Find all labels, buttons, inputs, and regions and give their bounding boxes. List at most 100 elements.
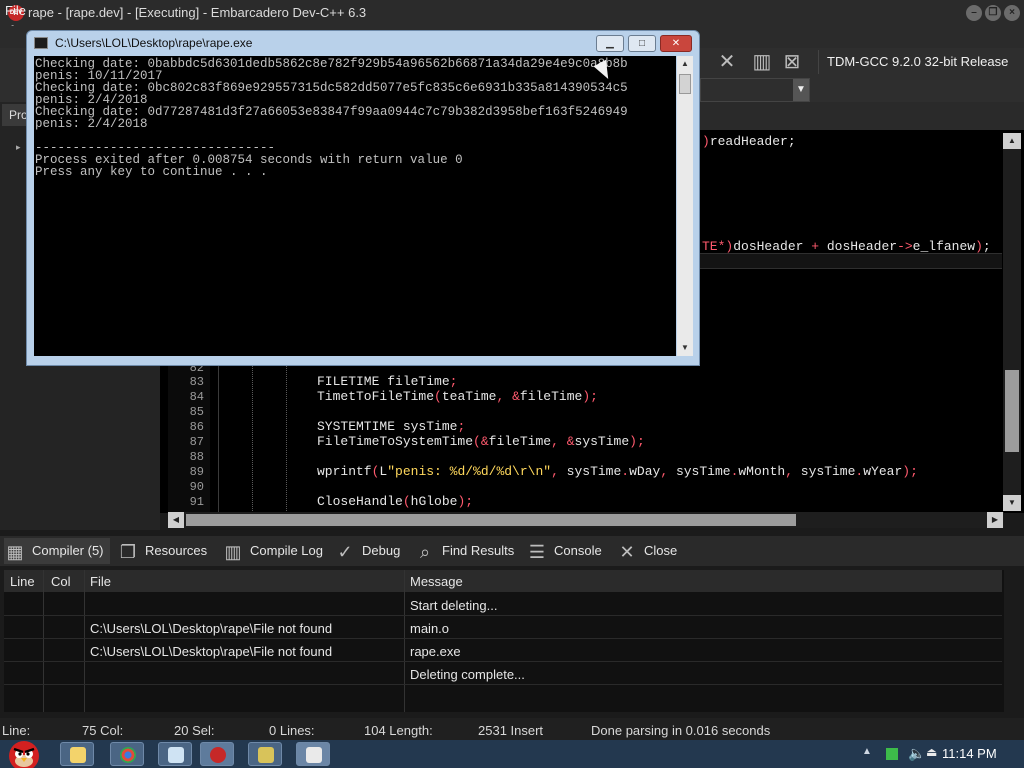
column-header-message[interactable]: Message [410, 574, 463, 589]
taskbar-explorer-button[interactable] [60, 742, 94, 766]
minimize-button[interactable]: – [966, 5, 982, 21]
code-line: CloseHandle(hGlobe); [317, 494, 474, 509]
table-row-message[interactable]: rape.exe [410, 644, 461, 659]
console-line: Press any key to continue . . . [35, 165, 268, 179]
console-scroll-thumb[interactable] [679, 74, 691, 94]
code-line: wprintf(L"penis: %d/%d/%d\r\n", sysTime.… [317, 464, 918, 479]
console-minimize-button[interactable]: ▁ [596, 35, 624, 52]
taskbar-devcpp-button[interactable] [200, 742, 234, 766]
column-header-file[interactable]: File [90, 574, 111, 589]
table-header [4, 570, 1002, 592]
table-row-message[interactable]: Start deleting... [410, 598, 497, 613]
status-col-value: 20 Sel: [174, 723, 215, 738]
console-window-icon [306, 747, 322, 763]
tree-expand-icon[interactable]: ▸ [16, 142, 21, 153]
tab-label: Resources [145, 543, 208, 558]
taskbar-app-button[interactable] [248, 742, 282, 766]
console-close-button[interactable]: ✕ [660, 35, 692, 52]
console-line: penis: 2/4/2018 [35, 117, 148, 131]
x-boxed-tool-icon[interactable]: ⊠ [780, 50, 804, 74]
table-row-message[interactable]: Deleting complete... [410, 667, 525, 682]
tray-expand-icon[interactable]: ▲ [862, 746, 872, 757]
console-maximize-button[interactable]: □ [628, 35, 656, 52]
line-number: 87 [189, 435, 204, 449]
tab-compile-log[interactable]: ▥ Compile Log [222, 538, 323, 564]
taskbar-console-button[interactable] [296, 742, 330, 766]
tab-find-results[interactable]: ⌕ Find Results [414, 538, 514, 564]
line-number: 88 [189, 450, 204, 464]
code-line: SYSTEMTIME sysTime; [317, 419, 466, 434]
grid-icon: ▦ [6, 541, 24, 562]
table-row-file[interactable]: C:\Users\LOL\Desktop\rape\File not found [90, 644, 332, 659]
table-row-message[interactable]: main.o [410, 621, 449, 636]
tab-label: Console [554, 543, 602, 558]
tab-label: Debug [362, 543, 401, 558]
line-number: 90 [189, 480, 204, 494]
scroll-up-icon[interactable]: ▲ [1003, 133, 1021, 149]
tab-console[interactable]: ☰ Console [526, 538, 602, 564]
menu-file[interactable]: File [5, 3, 26, 18]
taskbar-chrome-button[interactable] [110, 742, 144, 766]
taskbar-clock[interactable]: 11:14 PM [942, 746, 997, 761]
scroll-left-icon[interactable]: ◀ [168, 512, 184, 528]
scroll-down-icon[interactable]: ▼ [677, 340, 693, 356]
devcpp-icon [210, 747, 226, 763]
tab-label: Compiler (5) [32, 543, 104, 558]
status-line-value: 75 Col: [82, 723, 124, 738]
notepad-icon [168, 747, 184, 763]
column-divider [404, 570, 405, 712]
horizontal-scroll-thumb[interactable] [186, 514, 796, 526]
code-fragment: TE*)dosHeader + dosHeader->e_lfanew); [702, 239, 991, 254]
line-number: 91 [189, 495, 204, 509]
column-divider [84, 570, 85, 712]
line-number: 89 [189, 465, 204, 479]
tab-resources[interactable]: ❐ Resources [117, 538, 207, 564]
taskbar-notepad-button[interactable] [158, 742, 192, 766]
status-length-value: 2531 Insert [478, 723, 544, 738]
resources-icon: ❐ [119, 541, 137, 562]
chrome-icon [120, 747, 136, 763]
tab-label: Compile Log [250, 543, 323, 558]
console-title: C:\Users\LOL\Desktop\rape\rape.exe [55, 36, 253, 50]
editor-vertical-scrollbar[interactable] [1003, 133, 1021, 511]
tab-debug[interactable]: ✓ Debug [334, 538, 400, 564]
line-number: 86 [189, 420, 204, 434]
row-divider [4, 684, 1002, 685]
line-number: 84 [189, 390, 204, 404]
chart-tool-icon[interactable]: ▥ [750, 50, 774, 74]
tab-label: Find Results [442, 543, 515, 558]
console-scrollbar[interactable] [677, 56, 693, 356]
scroll-down-icon[interactable]: ▼ [1003, 495, 1021, 511]
compiler-select[interactable]: TDM-GCC 9.2.0 32-bit Release [818, 50, 1024, 74]
x-tool-icon[interactable]: ✕ [715, 50, 739, 74]
line-number: 83 [189, 375, 204, 389]
tab-compiler[interactable]: ▦ Compiler (5) [4, 538, 110, 564]
network-icon[interactable] [886, 748, 898, 760]
volume-icon[interactable]: 🔈 [908, 745, 925, 762]
close-panel-button[interactable]: ✕ Close [616, 538, 677, 564]
app-icon [258, 747, 274, 763]
check-icon: ✓ [337, 541, 353, 562]
code-line: FileTimeToSystemTime(&fileTime, &sysTime… [317, 434, 645, 449]
scroll-right-icon[interactable]: ▶ [987, 512, 1003, 528]
scroll-up-icon[interactable]: ▲ [677, 56, 693, 72]
row-divider [4, 638, 1002, 639]
code-line: FILETIME fileTime; [317, 374, 458, 389]
bar-chart-icon: ▥ [224, 541, 242, 562]
usb-icon[interactable]: ⏏ [926, 745, 937, 759]
column-header-line[interactable]: Line [10, 574, 35, 589]
restore-button[interactable]: ❐ [985, 5, 1001, 21]
console-icon: ☰ [528, 541, 546, 562]
code-line: TimetToFileTime(teaTime, &fileTime); [317, 389, 598, 404]
column-header-col[interactable]: Col [51, 574, 71, 589]
close-icon: ✕ [619, 541, 635, 562]
tab-label: Close [644, 543, 678, 558]
current-line-highlight [700, 253, 1002, 269]
start-button-angry-bird-icon[interactable] [0, 734, 48, 768]
table-row-file[interactable]: C:\Users\LOL\Desktop\rape\File not found [90, 621, 332, 636]
vertical-scroll-thumb[interactable] [1005, 370, 1019, 452]
find-icon: ⌕ [419, 541, 431, 562]
chevron-down-icon[interactable]: ▼ [793, 79, 809, 101]
close-window-button[interactable]: × [1004, 5, 1020, 21]
row-divider [4, 615, 1002, 616]
